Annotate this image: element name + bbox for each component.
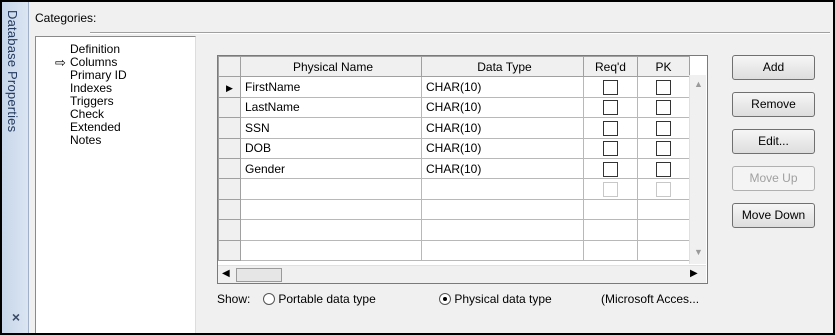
portable-label[interactable]: Portable data type (278, 292, 375, 306)
scroll-up-icon[interactable]: ▲ (690, 79, 707, 89)
header-pk[interactable]: PK (637, 55, 690, 78)
target-database-label: (Microsoft Acces... (601, 292, 700, 306)
category-triggers[interactable]: Triggers (70, 95, 114, 107)
header-data-type[interactable]: Data Type (421, 55, 584, 78)
physical-name-cell[interactable]: DOB (240, 137, 422, 159)
move-down-button[interactable]: Move Down (732, 203, 815, 228)
vertical-scrollbar[interactable]: ▲ ▼ (689, 75, 706, 264)
current-row-icon: ▶ (226, 83, 233, 94)
portable-radio[interactable]: Portable data type (263, 292, 376, 306)
columns-grid[interactable]: Physical Name Data Type Req'd PK ▶ First… (217, 55, 708, 284)
reqd-checkbox[interactable] (603, 80, 618, 96)
separator-highlight (90, 33, 830, 34)
add-button[interactable]: Add (732, 55, 815, 80)
pk-checkbox[interactable] (656, 120, 671, 136)
empty-row (218, 239, 690, 261)
physical-label[interactable]: Physical data type (454, 292, 551, 306)
horizontal-scrollbar[interactable]: ◀ ▶ (218, 265, 706, 283)
pk-checkbox[interactable] (656, 182, 671, 198)
header-reqd[interactable]: Req'd (583, 55, 638, 78)
category-notes[interactable]: Notes (70, 134, 101, 146)
row-header[interactable] (218, 96, 241, 119)
row-header[interactable] (218, 157, 241, 180)
selected-arrow-icon: ⇨ (55, 55, 66, 70)
pk-checkbox[interactable] (656, 100, 671, 116)
remove-button[interactable]: Remove (732, 92, 815, 117)
table-row[interactable]: DOB CHAR(10) (218, 137, 690, 159)
side-tab[interactable]: Database Properties × (2, 2, 29, 333)
data-type-cell[interactable]: CHAR(10) (421, 96, 584, 119)
physical-name-cell[interactable]: SSN (240, 117, 422, 139)
radio-selected-icon[interactable] (439, 293, 451, 305)
scroll-thumb[interactable] (236, 268, 282, 282)
side-tab-title: Database Properties (5, 10, 20, 133)
scroll-right-icon[interactable]: ▶ (690, 268, 698, 279)
grid-header-row: Physical Name Data Type Req'd PK (218, 55, 690, 78)
move-up-button[interactable]: Move Up (732, 166, 815, 191)
row-header (218, 198, 241, 221)
physical-radio[interactable]: Physical data type (439, 292, 552, 306)
category-definition[interactable]: Definition (70, 43, 120, 55)
pk-checkbox[interactable] (656, 80, 671, 96)
row-header[interactable] (218, 117, 241, 139)
scroll-down-icon[interactable]: ▼ (690, 247, 707, 257)
show-label: Show: (217, 292, 251, 306)
row-header-corner (218, 55, 241, 78)
empty-row (218, 219, 690, 241)
data-type-cell[interactable]: CHAR(10) (421, 117, 584, 139)
row-header (218, 219, 241, 241)
data-type-cell[interactable]: CHAR(10) (421, 137, 584, 159)
reqd-checkbox[interactable] (603, 100, 618, 116)
edit-button[interactable]: Edit... (732, 129, 815, 154)
radio-icon[interactable] (263, 293, 275, 305)
data-type-cell[interactable] (421, 178, 584, 200)
physical-name-cell[interactable]: Gender (240, 157, 422, 180)
reqd-checkbox[interactable] (603, 120, 618, 136)
physical-name-cell[interactable]: FirstName (240, 76, 422, 98)
physical-name-cell[interactable]: LastName (240, 96, 422, 119)
physical-name-cell[interactable] (240, 178, 422, 200)
reqd-checkbox[interactable] (603, 141, 618, 157)
table-row[interactable]: SSN CHAR(10) (218, 117, 690, 139)
new-row[interactable] (218, 178, 690, 200)
close-icon[interactable]: × (9, 310, 23, 324)
category-check[interactable]: Check (70, 108, 104, 120)
category-columns[interactable]: Columns (70, 56, 117, 68)
header-physical-name[interactable]: Physical Name (240, 55, 422, 78)
scroll-left-icon[interactable]: ◀ (222, 268, 230, 279)
data-type-cell[interactable]: CHAR(10) (421, 76, 584, 98)
row-header (218, 239, 241, 261)
empty-row (218, 198, 690, 221)
categories-label: Categories: (35, 11, 97, 25)
row-header[interactable] (218, 137, 241, 159)
table-row[interactable]: ▶ FirstName CHAR(10) (218, 76, 690, 98)
reqd-checkbox[interactable] (603, 161, 618, 177)
pk-checkbox[interactable] (656, 161, 671, 177)
category-extended[interactable]: Extended (70, 121, 121, 133)
category-indexes[interactable]: Indexes (70, 82, 112, 94)
pk-checkbox[interactable] (656, 141, 671, 157)
category-primary-id[interactable]: Primary ID (70, 69, 127, 81)
data-type-cell[interactable]: CHAR(10) (421, 157, 584, 180)
reqd-checkbox[interactable] (603, 182, 618, 198)
row-header[interactable] (218, 178, 241, 200)
table-row[interactable]: Gender CHAR(10) (218, 157, 690, 180)
categories-list: ⇨ Definition Columns Primary ID Indexes … (35, 36, 196, 333)
row-header[interactable]: ▶ (218, 76, 241, 98)
table-row[interactable]: LastName CHAR(10) (218, 96, 690, 119)
database-properties-panel: Database Properties × Categories: ⇨ Defi… (0, 0, 835, 335)
